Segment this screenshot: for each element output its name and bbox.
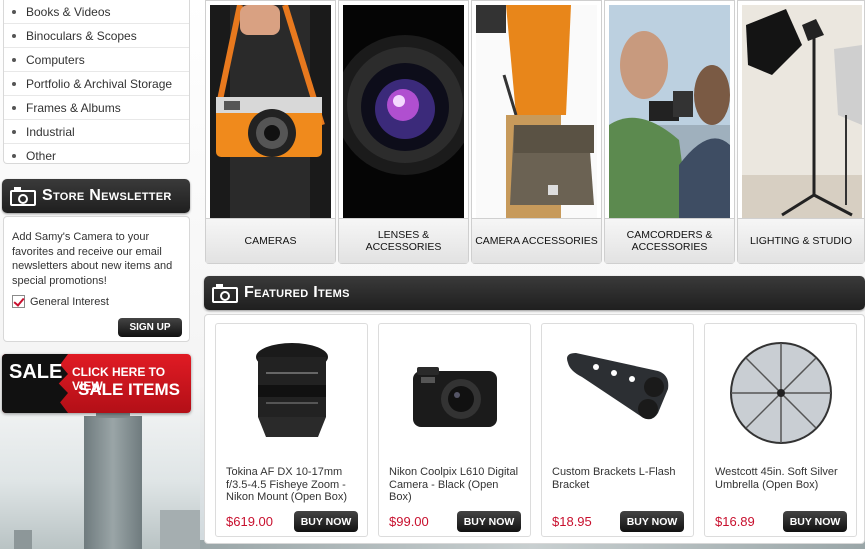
buy-now-button[interactable]: BUY NOW xyxy=(620,511,684,532)
category-item-books-videos[interactable]: Books & Videos xyxy=(4,0,189,24)
category-item-computers[interactable]: Computers xyxy=(4,48,189,72)
bullet-icon xyxy=(12,105,16,110)
camcorder-image xyxy=(609,5,730,218)
buy-now-button[interactable]: BUY NOW xyxy=(457,511,521,532)
tile-label: LIGHTING & STUDIO xyxy=(738,218,864,263)
buy-now-button[interactable]: BUY NOW xyxy=(783,511,847,532)
product-price: $99.00 xyxy=(389,514,429,529)
newsletter-description: Add Samy's Camera to your favorites and … xyxy=(12,231,173,287)
fisheye-lens-image[interactable] xyxy=(236,333,348,457)
bullet-icon xyxy=(12,33,16,38)
category-label: Frames & Albums xyxy=(26,100,121,115)
camera-icon xyxy=(212,283,238,303)
category-tile-camcorders[interactable]: CAMCORDERS & ACCESSORIES xyxy=(604,0,735,264)
category-list: Books & Videos Binoculars & Scopes Compu… xyxy=(3,0,190,164)
product-card[interactable]: Custom Brackets L-Flash Bracket $18.95 B… xyxy=(541,323,694,537)
product-card[interactable]: Tokina AF DX 10-17mm f/3.5-4.5 Fisheye Z… xyxy=(215,323,368,537)
tile-label: CAMCORDERS & ACCESSORIES xyxy=(605,218,734,263)
newsletter-box: Add Samy's Camera to your favorites and … xyxy=(3,216,190,342)
category-label: Other xyxy=(26,149,57,163)
umbrella-image[interactable] xyxy=(725,333,837,457)
product-name[interactable]: Nikon Coolpix L610 Digital Camera - Blac… xyxy=(389,466,524,504)
category-item-portfolio-storage[interactable]: Portfolio & Archival Storage xyxy=(4,72,189,96)
general-interest-option[interactable]: General Interest xyxy=(12,295,109,308)
category-item-binoculars-scopes[interactable]: Binoculars & Scopes xyxy=(4,24,189,48)
bullet-icon xyxy=(12,81,16,86)
category-tile-camera-accessories[interactable]: CAMERA ACCESSORIES xyxy=(471,0,602,264)
sale-line-2: SALE ITEMS xyxy=(78,380,181,399)
lens-image xyxy=(343,5,464,218)
studio-lighting-image xyxy=(742,5,862,218)
category-item-industrial[interactable]: Industrial xyxy=(4,120,189,144)
category-item-other[interactable]: Other xyxy=(4,144,189,168)
tile-label: LENSES & ACCESSORIES xyxy=(339,218,468,263)
newsletter-title: Store Newsletter xyxy=(42,187,172,204)
product-card[interactable]: Westcott 45in. Soft Silver Umbrella (Ope… xyxy=(704,323,857,537)
newsletter-header: Store Newsletter xyxy=(2,179,190,213)
product-price: $16.89 xyxy=(715,514,755,529)
product-price: $18.95 xyxy=(552,514,592,529)
featured-title: Featured Items xyxy=(244,284,350,301)
product-card[interactable]: Nikon Coolpix L610 Digital Camera - Blac… xyxy=(378,323,531,537)
featured-header: Featured Items xyxy=(204,276,865,310)
sale-word: SALE xyxy=(9,361,63,383)
product-price: $619.00 xyxy=(226,514,273,529)
category-item-frames-albums[interactable]: Frames & Albums xyxy=(4,96,189,120)
cameras-image xyxy=(210,5,331,218)
category-tile-cameras[interactable]: CAMERAS xyxy=(205,0,336,264)
product-name[interactable]: Custom Brackets L-Flash Bracket xyxy=(552,466,687,491)
category-tile-lighting[interactable]: LIGHTING & STUDIO xyxy=(737,0,865,264)
category-label: Books & Videos xyxy=(26,4,111,19)
product-name[interactable]: Westcott 45in. Soft Silver Umbrella (Ope… xyxy=(715,466,850,491)
tile-label: CAMERA ACCESSORIES xyxy=(472,218,601,263)
bullet-icon xyxy=(12,154,16,158)
product-name[interactable]: Tokina AF DX 10-17mm f/3.5-4.5 Fisheye Z… xyxy=(226,466,361,504)
digital-camera-image[interactable] xyxy=(399,333,511,457)
sign-up-button[interactable]: SIGN UP xyxy=(118,318,182,337)
general-interest-label: General Interest xyxy=(30,295,109,308)
bullet-icon xyxy=(12,9,16,14)
category-label: Portfolio & Archival Storage xyxy=(26,76,173,91)
category-tile-lenses[interactable]: LENSES & ACCESSORIES xyxy=(338,0,469,264)
sale-banner[interactable]: SALE CLICK HERE TO VIEW SALE ITEMS xyxy=(2,354,191,413)
tile-label: CAMERAS xyxy=(206,218,335,263)
general-interest-checkbox[interactable] xyxy=(12,295,25,308)
category-label: Binoculars & Scopes xyxy=(26,28,137,43)
bullet-icon xyxy=(12,129,16,134)
camera-bag-image xyxy=(476,5,597,218)
flash-bracket-image[interactable] xyxy=(562,333,674,457)
category-label: Industrial xyxy=(26,124,75,139)
camera-icon xyxy=(10,186,36,206)
buy-now-button[interactable]: BUY NOW xyxy=(294,511,358,532)
category-label: Computers xyxy=(26,52,85,67)
bullet-icon xyxy=(12,57,16,62)
